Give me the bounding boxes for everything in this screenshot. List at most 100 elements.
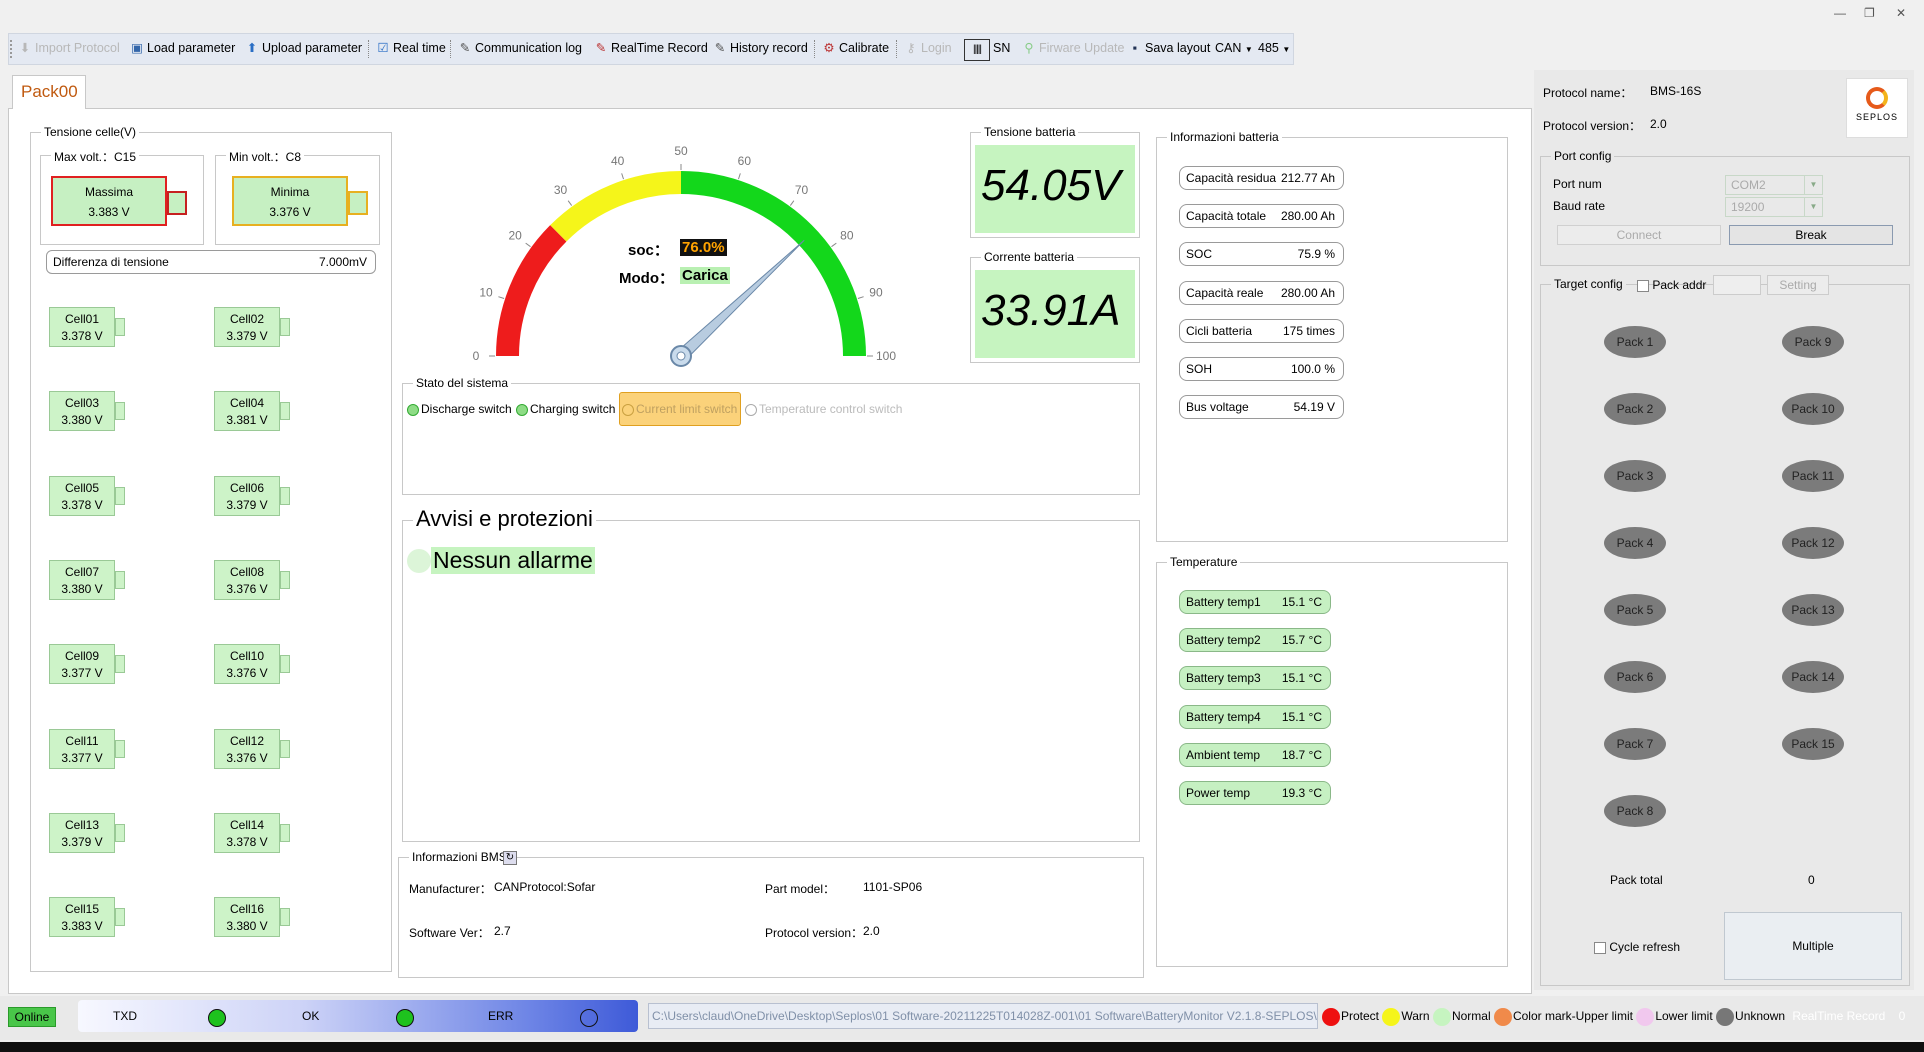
communication-log-button[interactable]: ✎ Communication log	[458, 38, 582, 58]
can-dropdown[interactable]: CAN ▼	[1215, 38, 1253, 58]
pack-button[interactable]: Pack 11	[1782, 460, 1844, 492]
baud-rate-select[interactable]: 19200 ▼	[1725, 197, 1823, 217]
cell-item: Cell12 3.376 V	[214, 728, 280, 769]
cell-terminal	[280, 655, 290, 674]
cycle-refresh-checkbox[interactable]: Cycle refresh	[1594, 940, 1680, 954]
history-record-button[interactable]: ✎ History record	[713, 38, 808, 58]
seplos-logo-icon	[1866, 87, 1888, 109]
port-num-select[interactable]: COM2 ▼	[1725, 175, 1823, 195]
pack-button[interactable]: Pack 15	[1782, 728, 1844, 760]
alarm-message: Nessun allarme	[431, 547, 595, 574]
unknown-legend-icon	[1716, 1008, 1735, 1026]
gauge-tick-label: 70	[795, 183, 809, 197]
pack-button[interactable]: Pack 8	[1604, 795, 1666, 827]
min-voltage-box: Min volt.：C8 Minima 3.376 V	[215, 148, 380, 245]
mode-value: Carica	[680, 267, 730, 284]
cell-voltage: 3.383 V	[61, 919, 103, 934]
close-button[interactable]: ✕	[1896, 6, 1906, 20]
pack-button[interactable]: Pack 7	[1604, 728, 1666, 760]
login-button[interactable]: ⚷ Login	[904, 38, 951, 58]
load-parameter-button[interactable]: ▣ Load parameter	[130, 38, 235, 58]
realtime-record-button[interactable]: ✎ RealTime Record	[594, 38, 708, 58]
color-legend: Protect Warn Normal Color mark-Upper lim…	[1322, 1008, 1905, 1026]
upload-parameter-button[interactable]: ⬆ Upload parameter	[245, 38, 362, 58]
firmware-update-button[interactable]: ⚲ Firware Update	[1022, 38, 1124, 58]
log-path-field[interactable]: C:\Users\claud\OneDrive\Desktop\Seplos\0…	[648, 1003, 1318, 1029]
cell-terminal	[280, 486, 290, 505]
cell-terminal	[280, 823, 290, 842]
baud-485-dropdown[interactable]: 485 ▼	[1258, 38, 1290, 58]
pack-button[interactable]: Pack 9	[1782, 326, 1844, 358]
gauge-tick-label: 20	[508, 229, 522, 243]
pack-addr-checkbox[interactable]: Pack addr	[1637, 278, 1706, 292]
temperature-field: Battery temp3 15.1 °C	[1179, 666, 1331, 691]
cell-name: Cell15	[64, 902, 100, 917]
connect-button[interactable]: Connect	[1557, 225, 1721, 245]
cell-item: Cell08 3.376 V	[214, 559, 280, 600]
pack-button[interactable]: Pack 12	[1782, 527, 1844, 559]
cell-name: Cell03	[64, 396, 100, 411]
cell-voltage: 3.378 V	[61, 497, 103, 512]
upper-limit-legend-icon	[1493, 1008, 1512, 1026]
cell-item: Cell01 3.378 V	[49, 307, 115, 347]
temperature-field: Power temp 19.3 °C	[1179, 781, 1331, 805]
pack-button[interactable]: Pack 6	[1604, 661, 1666, 693]
pack-total-value: 0	[1808, 873, 1815, 887]
cell-item: Cell07 3.380 V	[49, 559, 115, 600]
txd-led-icon	[208, 1009, 226, 1027]
refresh-icon[interactable]: ↻	[503, 851, 517, 865]
bms-info-group: Informazioni BMS ↻ Manufacturer： CANProt…	[398, 850, 1144, 978]
cell-item: Cell11 3.377 V	[49, 728, 115, 769]
temperature-field: Battery temp4 15.1 °C	[1179, 704, 1331, 729]
pack-button[interactable]: Pack 13	[1782, 594, 1844, 626]
cell-item: Cell13 3.379 V	[49, 812, 115, 853]
gauge-tick	[498, 296, 505, 299]
toolbar-grip[interactable]	[10, 40, 13, 58]
seplos-logo: SEPLOS	[1846, 78, 1908, 138]
break-button[interactable]: Break	[1729, 225, 1893, 245]
history-icon: ✎	[714, 41, 726, 55]
cell-voltage: 3.376 V	[226, 750, 268, 765]
save-layout-button[interactable]: ▪ Sava layout	[1128, 38, 1211, 58]
multiple-button[interactable]: Multiple	[1724, 912, 1902, 980]
tab-pack00[interactable]: Pack00	[12, 75, 86, 109]
cell-voltage: 3.377 V	[61, 666, 103, 681]
cell-item: Cell05 3.378 V	[49, 475, 115, 516]
discharge-switch-indicator: Discharge switch	[407, 402, 512, 416]
gauge-tick-label: 80	[840, 229, 854, 243]
pack-total-label: Pack total	[1610, 873, 1663, 887]
cell-terminal	[115, 739, 125, 758]
err-led-icon	[580, 1009, 598, 1027]
cell-item: Cell09 3.377 V	[49, 644, 115, 685]
cell-terminal	[115, 486, 125, 505]
pack-button[interactable]: Pack 2	[1604, 393, 1666, 425]
restore-button[interactable]: ❐	[1864, 6, 1875, 20]
sn-button[interactable]: ||||| SN	[964, 38, 1010, 61]
temperature-field: Battery temp1 15.1 °C	[1179, 590, 1331, 614]
pack-button[interactable]: Pack 14	[1782, 661, 1844, 693]
checkbox-icon	[1637, 279, 1649, 292]
cell-name: Cell14	[229, 817, 265, 832]
pack-button[interactable]: Pack 5	[1604, 594, 1666, 626]
pack-button[interactable]: Pack 4	[1604, 527, 1666, 559]
lower-limit-legend-icon	[1636, 1008, 1655, 1026]
pack-addr-input[interactable]	[1713, 275, 1761, 295]
minimize-button[interactable]: —	[1834, 6, 1846, 20]
pack-button[interactable]: Pack 1	[1604, 326, 1666, 358]
login-icon: ⚷	[906, 41, 916, 55]
import-protocol-button[interactable]: ⬇ Import Protocol	[18, 38, 120, 58]
cell-name: Cell06	[229, 480, 265, 495]
calibrate-button[interactable]: ⚙ Calibrate	[822, 38, 889, 58]
pack-button[interactable]: Pack 10	[1782, 393, 1844, 425]
cell-voltage: 3.378 V	[226, 834, 268, 849]
cell-name: Cell02	[229, 312, 265, 326]
warn-legend-icon	[1382, 1008, 1401, 1026]
gauge-hub-center	[676, 351, 686, 361]
cell-item: Cell16 3.380 V	[214, 897, 280, 938]
pack-button[interactable]: Pack 3	[1604, 460, 1666, 492]
real-time-button[interactable]: ☑ Real time	[376, 38, 445, 58]
gauge-tick	[621, 173, 624, 180]
cell-voltage: 3.376 V	[226, 666, 268, 681]
setting-button[interactable]: Setting	[1767, 275, 1829, 295]
cell-item: Cell06 3.379 V	[214, 475, 280, 516]
